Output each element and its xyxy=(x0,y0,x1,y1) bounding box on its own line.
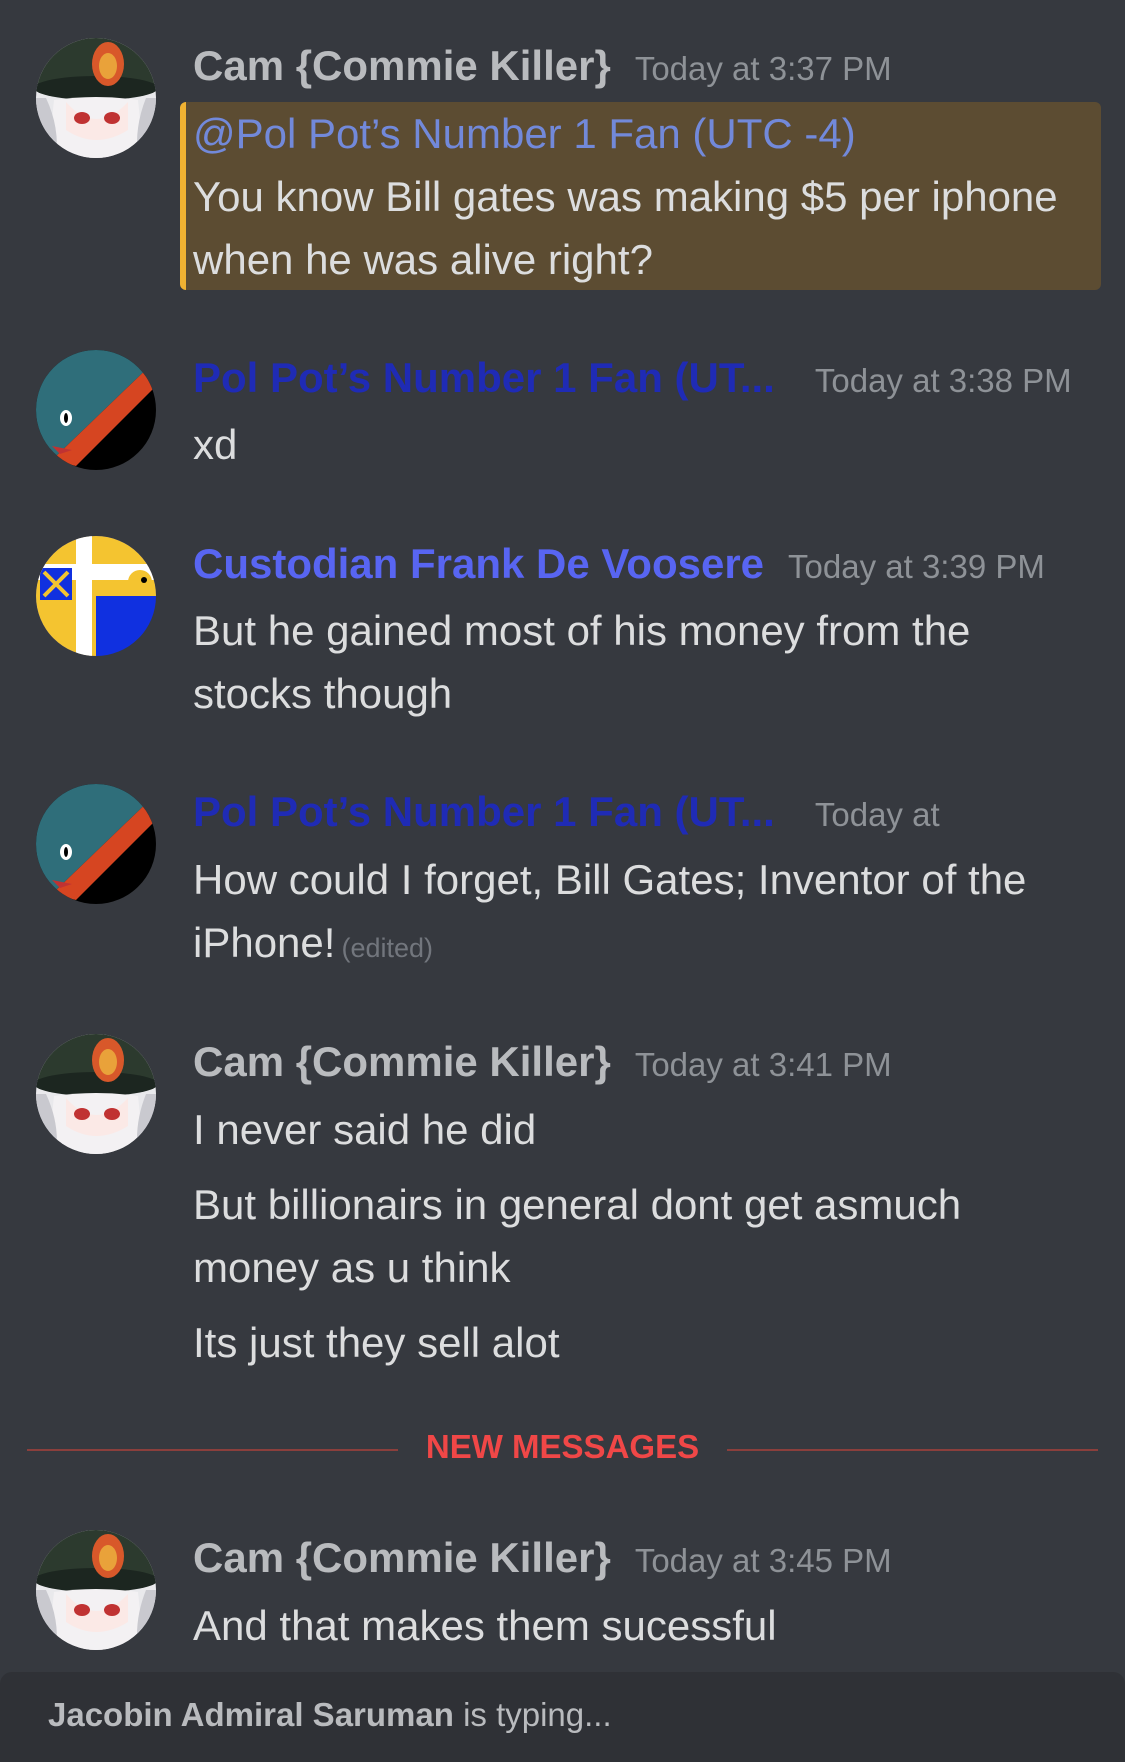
message-text: But he gained most of his money from the… xyxy=(193,607,971,717)
user-avatar[interactable] xyxy=(36,784,156,904)
message-header: Pol Pot’s Number 1 Fan (UT... Today at 3:… xyxy=(193,354,1072,402)
typing-suffix: is typing... xyxy=(463,1696,612,1733)
message-header: Custodian Frank De Voosere Today at 3:39 … xyxy=(193,540,1045,588)
anime-officer-avatar-icon xyxy=(36,1530,156,1650)
author-name[interactable]: Cam {Commie Killer} xyxy=(193,1534,611,1581)
message-header: Pol Pot’s Number 1 Fan (UT... Today at xyxy=(193,788,940,836)
message-text: xd xyxy=(193,421,238,468)
new-messages-label: NEW MESSAGES xyxy=(397,1428,728,1465)
message-header: Cam {Commie Killer} Today at 3:37 PM xyxy=(193,42,892,90)
blue-yellow-flag-avatar-icon xyxy=(36,536,156,656)
user-avatar[interactable] xyxy=(36,38,156,158)
red-teal-flag-avatar-icon xyxy=(36,784,156,904)
message-timestamp: Today at 3:41 PM xyxy=(634,1046,892,1083)
message-text: @Pol Pot’s Number 1 Fan (UTC -4) You kno… xyxy=(193,102,1093,291)
message-timestamp: Today at 3:39 PM xyxy=(788,548,1045,585)
anime-officer-avatar-icon xyxy=(36,38,156,158)
author-name[interactable]: Pol Pot’s Number 1 Fan (UT... xyxy=(193,354,775,401)
typing-indicator: Jacobin Admiral Saruman is typing... xyxy=(0,1672,1125,1762)
message-timestamp: Today at 3:45 PM xyxy=(634,1542,892,1579)
message-line: But billionairs in general dont get asmu… xyxy=(193,1181,962,1291)
user-avatar[interactable] xyxy=(36,1034,156,1154)
message-header: Cam {Commie Killer} Today at 3:45 PM xyxy=(193,1534,892,1582)
message-timestamp: Today at xyxy=(814,796,940,833)
message-header: Cam {Commie Killer} Today at 3:41 PM xyxy=(193,1038,892,1086)
author-name[interactable]: Cam {Commie Killer} xyxy=(193,42,611,89)
message-text: How could I forget, Bill Gates; Inventor… xyxy=(193,848,1093,980)
message-timestamp: Today at 3:38 PM xyxy=(814,362,1072,399)
message-1: Cam {Commie Killer} Today at 3:37 PM @Pol… xyxy=(0,0,1125,300)
user-mention[interactable]: @Pol Pot’s Number 1 Fan (UTC -4) xyxy=(193,110,856,157)
message-body: You know Bill gates was making $5 per ip… xyxy=(193,173,1058,283)
anime-officer-avatar-icon xyxy=(36,1034,156,1154)
typing-text: Jacobin Admiral Saruman is typing... xyxy=(48,1696,612,1734)
author-name[interactable]: Cam {Commie Killer} xyxy=(193,1038,611,1085)
new-messages-label-wrap: NEW MESSAGES xyxy=(0,1428,1125,1466)
author-name[interactable]: Custodian Frank De Voosere xyxy=(193,540,764,587)
message-line: I never said he did xyxy=(193,1106,537,1153)
user-avatar[interactable] xyxy=(36,536,156,656)
message-timestamp: Today at 3:37 PM xyxy=(634,50,892,87)
author-name[interactable]: Pol Pot’s Number 1 Fan (UT... xyxy=(193,788,775,835)
edited-label: (edited) xyxy=(341,933,433,963)
message-line: Its just they sell alot xyxy=(193,1319,560,1366)
message-text: And that makes them sucessful xyxy=(193,1602,777,1649)
typing-user[interactable]: Jacobin Admiral Saruman xyxy=(48,1696,454,1733)
user-avatar[interactable] xyxy=(36,1530,156,1650)
user-avatar[interactable] xyxy=(36,350,156,470)
message-body: How could I forget, Bill Gates; Inventor… xyxy=(193,856,1027,966)
red-teal-flag-avatar-icon xyxy=(36,350,156,470)
